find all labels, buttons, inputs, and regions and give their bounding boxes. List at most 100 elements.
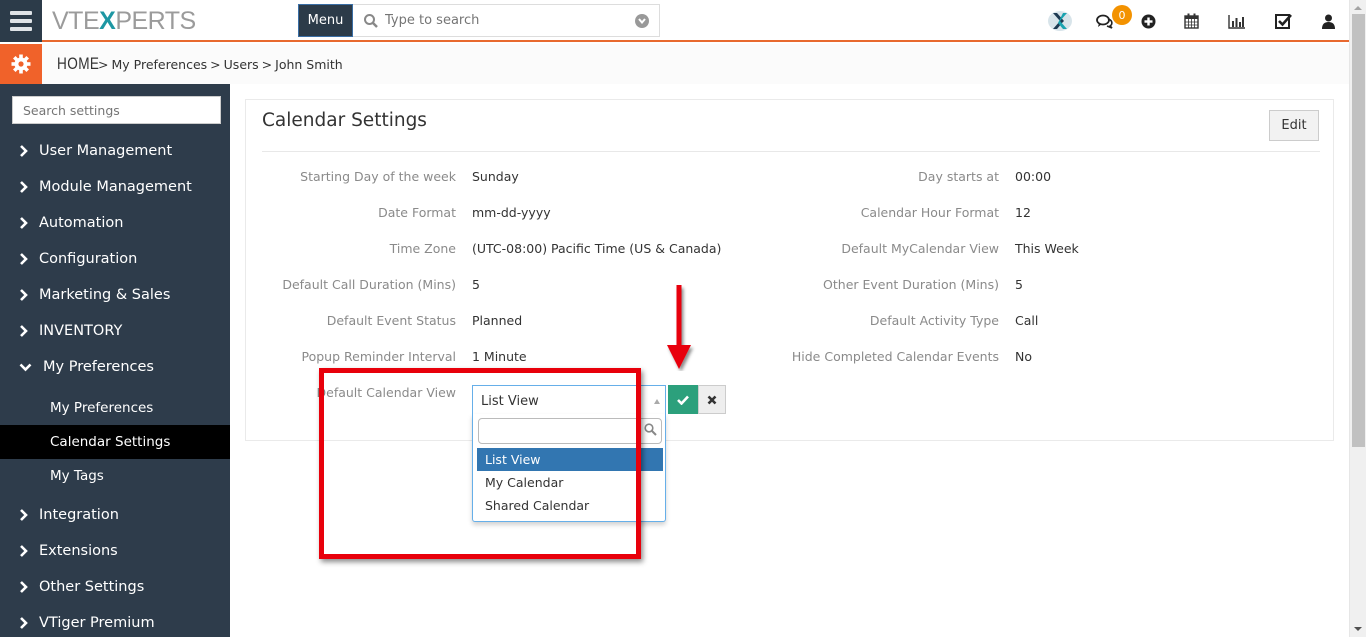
notification-count-badge[interactable]: 0: [1112, 5, 1132, 25]
sidebar-item-user-management[interactable]: User Management: [0, 134, 230, 168]
scroll-down-arrow-icon[interactable]: [1354, 627, 1362, 631]
search-icon: [364, 13, 378, 28]
user-icon[interactable]: [1319, 10, 1337, 32]
field-label: Other Event Duration (Mins): [823, 277, 999, 292]
chevron-right-icon: [19, 581, 33, 593]
scroll-up-arrow-icon[interactable]: [1354, 6, 1362, 10]
search-filter-dropdown-icon[interactable]: [635, 14, 649, 28]
sidebar-subitem-label: My Preferences: [50, 400, 154, 416]
field-value: Call: [1015, 313, 1039, 328]
save-field-button[interactable]: [668, 385, 698, 414]
field-label: Default Call Duration (Mins): [282, 277, 456, 292]
logo-text-end: PERTS: [115, 7, 196, 35]
sidebar-item-label: Marketing & Sales: [39, 287, 171, 303]
tasks-check-icon[interactable]: [1274, 10, 1294, 32]
chevron-right-icon: [19, 217, 33, 229]
field-label: Default Event Status: [326, 313, 456, 328]
sidebar-item-my-preferences[interactable]: My Preferences: [0, 350, 230, 384]
field-label: Day starts at: [918, 169, 999, 184]
hamburger-menu-icon[interactable]: [0, 0, 42, 42]
sidebar-item-label: User Management: [39, 143, 173, 159]
chevron-right-icon: [19, 181, 33, 193]
breadcrumb-item[interactable]: Users: [224, 57, 259, 72]
breadcrumb-home[interactable]: HOME: [57, 54, 99, 74]
global-search-input[interactable]: [385, 13, 635, 28]
sidebar-item-vtiger-premium[interactable]: VTiger Premium: [0, 606, 230, 637]
sidebar-item-integration[interactable]: Integration: [0, 498, 230, 532]
field-value: No: [1015, 349, 1032, 364]
cancel-field-button[interactable]: [698, 385, 726, 414]
field-label: Date Format: [378, 205, 456, 220]
field-label: Calendar Hour Format: [860, 205, 999, 220]
sidebar-subitem-my-tags[interactable]: My Tags: [0, 459, 230, 493]
sidebar-item-label: Configuration: [39, 251, 138, 267]
top-navbar: VTEXPERTS Menu 0: [0, 0, 1349, 42]
breadcrumb-separator: >: [98, 57, 109, 72]
scrollbar-thumb[interactable]: [1352, 14, 1365, 447]
add-circle-icon[interactable]: [1139, 10, 1157, 32]
sidebar-subitem-label: My Tags: [50, 468, 104, 484]
sidebar-item-label: Extensions: [39, 543, 118, 559]
sidebar-item-label: Module Management: [39, 179, 192, 195]
brand-x-icon[interactable]: [1046, 10, 1074, 32]
sidebar-item-label: INVENTORY: [39, 323, 123, 339]
sidebar-subitem-calendar-settings[interactable]: Calendar Settings: [0, 425, 230, 459]
breadcrumb-item: John Smith: [275, 57, 343, 72]
sidebar-item-label: Automation: [39, 215, 124, 231]
global-search: [353, 4, 660, 37]
settings-sidebar: User Management Module Management Automa…: [0, 84, 230, 637]
field-label: Hide Completed Calendar Events: [791, 349, 999, 364]
field-label: Time Zone: [389, 241, 456, 256]
edit-button[interactable]: Edit: [1269, 110, 1319, 141]
field-value: 5: [472, 277, 480, 292]
chevron-right-icon: [19, 289, 33, 301]
sidebar-item-marketing-sales[interactable]: Marketing & Sales: [0, 278, 230, 312]
settings-gear-icon[interactable]: [0, 44, 42, 84]
menu-button[interactable]: Menu: [298, 4, 353, 37]
sidebar-item-automation[interactable]: Automation: [0, 206, 230, 240]
chevron-right-icon: [19, 617, 33, 629]
sidebar-subitem-label: Calendar Settings: [50, 434, 171, 450]
highlight-annotation-box: [319, 368, 641, 559]
caret-up-icon[interactable]: [654, 399, 660, 404]
breadcrumb-item[interactable]: My Preferences: [111, 57, 207, 72]
field-value: Planned: [472, 313, 523, 328]
breadcrumb-separator: >: [261, 57, 273, 72]
breadcrumb-bar: HOME > My Preferences > Users > John Smith: [0, 44, 1349, 84]
field-value: mm-dd-yyyy: [472, 205, 551, 220]
field-label: Default Activity Type: [869, 313, 999, 328]
field-value: (UTC-08:00) Pacific Time (US & Canada): [472, 241, 722, 256]
field-value: Sunday: [472, 169, 519, 184]
vtexperts-logo[interactable]: VTEXPERTS: [52, 7, 196, 36]
check-icon: [677, 395, 689, 405]
sidebar-item-other-settings[interactable]: Other Settings: [0, 570, 230, 604]
chevron-right-icon: [19, 145, 33, 157]
divider: [262, 151, 1320, 152]
page-title: Calendar Settings: [262, 110, 427, 131]
sidebar-item-label: VTiger Premium: [39, 615, 155, 631]
sidebar-item-label: My Preferences: [43, 359, 154, 375]
chevron-right-icon: [19, 325, 33, 337]
chevron-right-icon: [19, 253, 33, 265]
sidebar-item-inventory[interactable]: INVENTORY: [0, 314, 230, 348]
settings-search-input[interactable]: [12, 96, 221, 124]
sidebar-item-configuration[interactable]: Configuration: [0, 242, 230, 276]
sidebar-item-module-management[interactable]: Module Management: [0, 170, 230, 204]
search-icon: [644, 423, 657, 436]
field-value: 12: [1015, 205, 1031, 220]
breadcrumb: HOME > My Preferences > Users > John Smith: [57, 54, 343, 74]
logo-text-start: VTE: [52, 7, 100, 35]
sidebar-item-label: Other Settings: [39, 579, 145, 595]
sidebar-item-label: Integration: [39, 507, 119, 523]
page-scrollbar[interactable]: [1349, 0, 1366, 637]
field-value: 5: [1015, 277, 1023, 292]
field-label: Popup Reminder Interval: [301, 349, 457, 364]
field-label: Default MyCalendar View: [841, 241, 999, 256]
reports-chart-icon[interactable]: [1227, 10, 1247, 32]
chevron-right-icon: [19, 545, 33, 557]
logo-text-x: X: [99, 7, 116, 35]
calendar-icon[interactable]: [1182, 10, 1200, 32]
breadcrumb-separator: >: [210, 57, 221, 72]
sidebar-item-extensions[interactable]: Extensions: [0, 534, 230, 568]
sidebar-subitem-my-preferences[interactable]: My Preferences: [0, 391, 230, 425]
